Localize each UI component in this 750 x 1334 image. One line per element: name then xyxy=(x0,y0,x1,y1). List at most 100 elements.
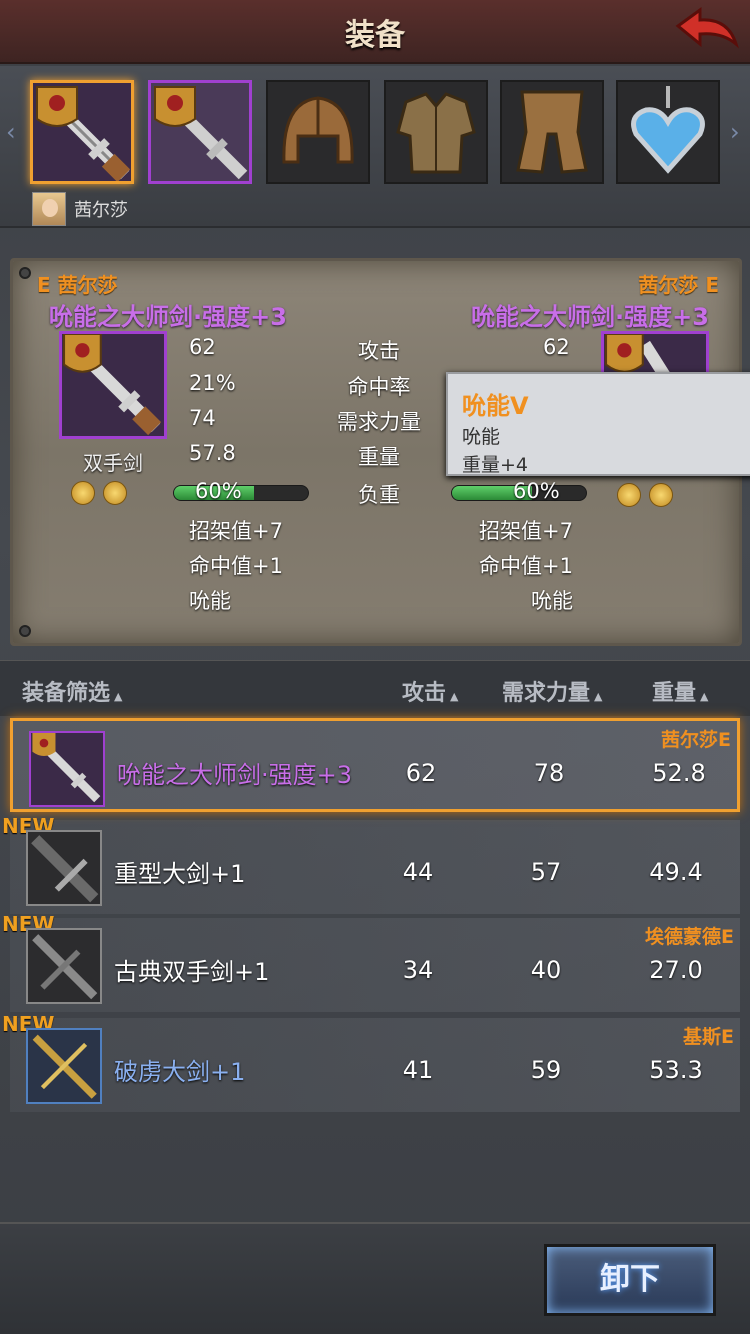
sword-icon xyxy=(28,832,100,904)
sword-icon xyxy=(151,83,249,181)
gem-icon xyxy=(649,483,673,507)
page-title: 装备 xyxy=(345,18,405,53)
row-owner: 茜尔莎E xyxy=(661,729,731,751)
row-icon xyxy=(26,928,102,1004)
label-hit: 命中率 xyxy=(347,375,411,399)
row-name: 吮能之大师剑·强度+3 xyxy=(117,761,353,789)
row-name: 重型大剑+1 xyxy=(114,860,246,888)
sort-up-icon: ▲ xyxy=(450,690,459,703)
equipment-screen: 装备 ‹ › 茜尔莎 E 茜尔莎 茜尔莎 E 吮能之大师剑·强度+3 吮能之大师… xyxy=(0,0,750,1334)
tooltip-line-2: 重量+4 xyxy=(462,454,529,476)
row-icon xyxy=(26,830,102,906)
row-name: 破虏大剑+1 xyxy=(114,1058,246,1086)
right-bonus-2: 命中值+1 xyxy=(479,554,573,578)
filter-sort-button[interactable]: 装备筛选 ▲ xyxy=(22,675,122,707)
right-weapon-name: 吮能之大师剑·强度+3 xyxy=(471,303,709,331)
label-strength: 需求力量 xyxy=(337,410,421,434)
ability-tooltip: 吮能V 吮能 重量+4 xyxy=(446,372,750,476)
unequip-button[interactable]: 卸下 xyxy=(544,1244,716,1316)
row-strength: 78 xyxy=(533,759,565,787)
row-attack: 44 xyxy=(402,858,434,886)
slot-helmet[interactable] xyxy=(266,80,370,184)
left-stat-weight: 57.8 xyxy=(189,441,236,465)
right-arrow-icon[interactable]: › xyxy=(730,118,746,146)
sort-attack-button[interactable]: 攻击 ▲ xyxy=(402,675,458,707)
gem-icon xyxy=(103,481,127,505)
row-icon xyxy=(29,731,105,807)
sword-icon xyxy=(33,83,131,181)
header-bar: 装备 xyxy=(0,0,750,64)
gem-icon xyxy=(617,483,641,507)
pin-icon xyxy=(19,625,31,637)
list-item[interactable]: NEW 重型大剑+1 44 57 49.4 xyxy=(2,814,740,914)
label-weight: 重量 xyxy=(358,445,400,469)
left-stat-hit: 21% xyxy=(189,371,236,395)
row-attack: 41 xyxy=(402,1056,434,1084)
tooltip-line-1: 吮能 xyxy=(462,426,501,448)
strength-label: 需求力量 xyxy=(502,681,591,706)
row-name: 古典双手剑+1 xyxy=(114,958,270,986)
amulet-icon xyxy=(631,86,705,174)
left-stat-attack: 62 xyxy=(189,335,216,359)
tooltip-title: 吮能V xyxy=(462,392,529,420)
sword-icon xyxy=(31,733,103,805)
left-weapon-name: 吮能之大师剑·强度+3 xyxy=(49,303,287,331)
helmet-icon xyxy=(282,96,354,164)
right-bonus-1: 招架值+7 xyxy=(479,519,573,543)
left-bonus-3: 吮能 xyxy=(189,589,231,613)
sort-weight-button[interactable]: 重量 ▲ xyxy=(652,675,708,707)
left-equipped-tag: E 茜尔莎 xyxy=(37,273,118,297)
gem-icon xyxy=(71,481,95,505)
sort-up-icon: ▲ xyxy=(114,690,123,703)
boots-icon xyxy=(516,90,588,174)
owner-name: 茜尔莎 xyxy=(74,200,128,221)
row-strength: 57 xyxy=(530,858,562,886)
sort-strength-button[interactable]: 需求力量 ▲ xyxy=(502,675,602,707)
row-owner: 基斯E xyxy=(683,1026,734,1048)
row-strength: 40 xyxy=(530,956,562,984)
right-load-text: 60% xyxy=(513,479,560,503)
left-bonus-1: 招架值+7 xyxy=(189,519,283,543)
pin-icon xyxy=(19,267,31,279)
right-stat-attack: 62 xyxy=(543,335,570,359)
slot-weapon-off[interactable] xyxy=(148,80,252,184)
slot-amulet[interactable] xyxy=(616,80,720,184)
back-arrow-icon xyxy=(675,7,739,49)
right-equipped-tag: 茜尔莎 E xyxy=(638,273,719,297)
list-item[interactable]: NEW 埃德蒙德E 古典双手剑+1 34 40 27.0 xyxy=(2,912,740,1012)
left-stat-strength: 74 xyxy=(189,406,216,430)
sword-icon xyxy=(28,1030,100,1102)
list-header: 装备筛选 ▲ 攻击 ▲ 需求力量 ▲ 重量 ▲ xyxy=(0,660,750,716)
right-bonus-3: 吮能 xyxy=(531,589,573,613)
slot-legs[interactable] xyxy=(500,80,604,184)
row-weight: 27.0 xyxy=(649,956,703,984)
slot-weapon-main[interactable] xyxy=(30,80,134,184)
row-weight: 53.3 xyxy=(649,1056,703,1084)
back-button[interactable] xyxy=(670,4,742,58)
list-item[interactable]: 茜尔莎E 吮能之大师剑·强度+3 62 78 52.8 xyxy=(10,718,740,812)
armor-icon xyxy=(396,92,476,174)
row-attack: 62 xyxy=(405,759,437,787)
weight-label: 重量 xyxy=(652,681,697,706)
sword-icon xyxy=(28,930,100,1002)
slot-owner: 茜尔莎 xyxy=(32,192,128,226)
filter-label: 装备筛选 xyxy=(22,681,111,706)
slot-armor[interactable] xyxy=(384,80,488,184)
row-strength: 59 xyxy=(530,1056,562,1084)
left-arrow-icon[interactable]: ‹ xyxy=(6,118,22,146)
list-item[interactable]: NEW 基斯E 破虏大剑+1 41 59 53.3 xyxy=(2,1012,740,1112)
row-owner: 埃德蒙德E xyxy=(645,926,734,948)
row-icon xyxy=(26,1028,102,1104)
row-attack: 34 xyxy=(402,956,434,984)
avatar xyxy=(32,192,66,226)
attack-label: 攻击 xyxy=(402,681,447,706)
left-load-text: 60% xyxy=(195,479,242,503)
row-weight: 49.4 xyxy=(649,858,703,886)
left-bonus-2: 命中值+1 xyxy=(189,554,283,578)
sword-icon xyxy=(62,334,164,436)
label-load: 负重 xyxy=(358,483,400,507)
sort-up-icon: ▲ xyxy=(700,690,709,703)
left-weapon-icon xyxy=(59,331,167,439)
label-attack: 攻击 xyxy=(358,339,400,363)
row-weight: 52.8 xyxy=(652,759,706,787)
